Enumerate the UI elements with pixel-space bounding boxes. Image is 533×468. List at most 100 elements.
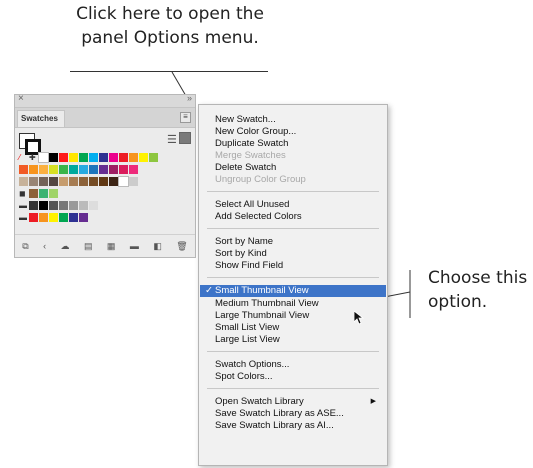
swatch-row-4: ▬ <box>19 201 99 210</box>
swatch-chip[interactable] <box>99 177 108 186</box>
swatch-chip[interactable] <box>118 176 129 187</box>
swatch-chip[interactable] <box>129 165 138 174</box>
list-view-icon[interactable]: ☰ <box>167 133 177 146</box>
menu-item-save-library-ai[interactable]: Save Swatch Library as AI... <box>200 420 386 431</box>
callout-right-line2: option. <box>428 292 488 312</box>
swatch-chip[interactable] <box>79 153 88 162</box>
swatch-chip[interactable] <box>39 189 48 198</box>
swatch-chip[interactable] <box>59 177 68 186</box>
swatches-panel: × » Swatches ≡ ☰ ⁄ ✚ ◼ ▬ ▬ ⧉ ‹ ☁ ▤ ▦ ▬ ◧… <box>14 93 196 258</box>
menu-item-add-selected-colors[interactable]: Add Selected Colors <box>200 211 386 222</box>
swatch-chip[interactable] <box>79 165 88 174</box>
swatch-chip[interactable] <box>79 213 88 222</box>
swatch-chip[interactable] <box>119 153 128 162</box>
delete-swatch-icon[interactable]: 🗑 <box>176 241 187 252</box>
swatch-chip[interactable] <box>59 213 68 222</box>
swatch-chip[interactable] <box>39 213 48 222</box>
swatch-chip[interactable] <box>49 153 58 162</box>
swatch-row-3 <box>19 176 139 187</box>
swatch-chip[interactable] <box>89 165 98 174</box>
panel-title-bar[interactable]: × » <box>15 93 195 108</box>
swatch-chip[interactable] <box>69 213 78 222</box>
registration-swatch-icon[interactable]: ✚ <box>29 153 38 162</box>
swatch-chip[interactable] <box>29 201 38 210</box>
swatch-libraries-icon[interactable]: ⧉ <box>22 241 28 252</box>
menu-item-medium-thumbnail-view[interactable]: Medium Thumbnail View <box>200 298 386 309</box>
folder-icon[interactable]: ▬ <box>19 213 28 222</box>
swatch-chip[interactable] <box>119 165 128 174</box>
swatch-chip[interactable] <box>69 201 78 210</box>
swatch-chip[interactable] <box>139 153 148 162</box>
swatch-chip[interactable] <box>99 165 108 174</box>
swatch-chip[interactable] <box>79 201 88 210</box>
folder-icon[interactable]: ▬ <box>19 201 28 210</box>
swatch-chip[interactable] <box>79 177 88 186</box>
menu-separator <box>207 351 379 352</box>
menu-item-ungroup-color-group: Ungroup Color Group <box>215 174 306 185</box>
menu-item-sort-by-kind[interactable]: Sort by Kind <box>200 248 386 259</box>
swatch-chip[interactable] <box>39 165 48 174</box>
menu-item-sort-by-name[interactable]: Sort by Name <box>200 236 386 247</box>
swatch-chip[interactable] <box>19 165 28 174</box>
swatch-chip[interactable] <box>29 189 38 198</box>
fill-stroke-indicator[interactable] <box>19 133 41 155</box>
thumbnail-view-icon[interactable] <box>179 132 191 144</box>
swatch-chip[interactable] <box>149 153 158 162</box>
swatch-chip[interactable] <box>49 201 58 210</box>
swatch-options-icon[interactable]: ▤ <box>84 241 93 252</box>
swatch-chip[interactable] <box>89 177 98 186</box>
menu-item-new-swatch[interactable]: New Swatch... <box>200 114 386 125</box>
swatch-chip[interactable] <box>38 152 49 163</box>
menu-item-small-thumbnail-view[interactable]: ✓ Small Thumbnail View <box>200 285 386 297</box>
menu-item-show-find-field[interactable]: Show Find Field <box>200 260 386 271</box>
menu-item-merge-swatches: Merge Swatches <box>215 150 286 161</box>
swatch-chip[interactable] <box>29 213 38 222</box>
new-swatch-icon[interactable]: ◧ <box>153 241 162 252</box>
swatch-chip[interactable] <box>19 177 28 186</box>
swatch-chip[interactable] <box>49 177 58 186</box>
swatch-chip[interactable] <box>99 153 108 162</box>
swatch-chip[interactable] <box>89 153 98 162</box>
collapse-icon[interactable]: » <box>187 93 192 103</box>
panel-menu-button[interactable]: ≡ <box>180 112 191 123</box>
menu-item-save-library-ase[interactable]: Save Swatch Library as ASE... <box>200 408 386 419</box>
show-kinds-icon[interactable]: ‹ <box>43 241 46 251</box>
menu-item-duplicate-swatch[interactable]: Duplicate Swatch <box>200 138 386 149</box>
none-swatch-icon[interactable]: ⁄ <box>19 153 28 162</box>
menu-item-swatch-options[interactable]: Swatch Options... <box>200 359 386 370</box>
swatch-chip[interactable] <box>49 189 58 198</box>
swatch-chip[interactable] <box>49 165 58 174</box>
callout-choose-option: Choose this option. <box>428 266 533 314</box>
menu-item-select-all-unused[interactable]: Select All Unused <box>200 199 386 210</box>
swatch-chip[interactable] <box>69 153 78 162</box>
swatch-chip[interactable] <box>39 177 48 186</box>
swatch-chip[interactable] <box>129 177 138 186</box>
swatch-chip[interactable] <box>59 165 68 174</box>
swatch-chip[interactable] <box>109 165 118 174</box>
swatch-chip[interactable] <box>109 177 118 186</box>
swatch-chip[interactable] <box>69 177 78 186</box>
tab-swatches[interactable]: Swatches <box>17 110 65 127</box>
swatch-chip[interactable] <box>69 165 78 174</box>
menu-separator <box>207 277 379 278</box>
swatch-chip[interactable] <box>39 201 48 210</box>
swatch-chip[interactable] <box>29 165 38 174</box>
menu-item-spot-colors[interactable]: Spot Colors... <box>200 371 386 382</box>
menu-item-large-list-view[interactable]: Large List View <box>200 334 386 345</box>
menu-item-new-color-group[interactable]: New Color Group... <box>200 126 386 137</box>
color-group-edit-icon[interactable]: ▦ <box>107 241 116 252</box>
new-color-group-icon[interactable]: ▬ <box>130 241 139 251</box>
panel-options-menu: New Swatch... New Color Group... Duplica… <box>198 104 388 466</box>
pattern-group-icon[interactable]: ◼ <box>19 189 28 198</box>
add-to-library-icon[interactable]: ☁ <box>61 241 70 252</box>
swatch-chip[interactable] <box>59 153 68 162</box>
menu-item-open-swatch-library[interactable]: Open Swatch Library ▶ <box>200 396 386 407</box>
swatch-chip[interactable] <box>29 177 38 186</box>
menu-item-delete-swatch[interactable]: Delete Swatch <box>200 162 386 173</box>
swatch-chip[interactable] <box>89 201 98 210</box>
swatch-chip[interactable] <box>59 201 68 210</box>
swatch-chip[interactable] <box>49 213 58 222</box>
close-icon[interactable]: × <box>18 93 24 104</box>
swatch-chip[interactable] <box>109 153 118 162</box>
swatch-chip[interactable] <box>129 153 138 162</box>
